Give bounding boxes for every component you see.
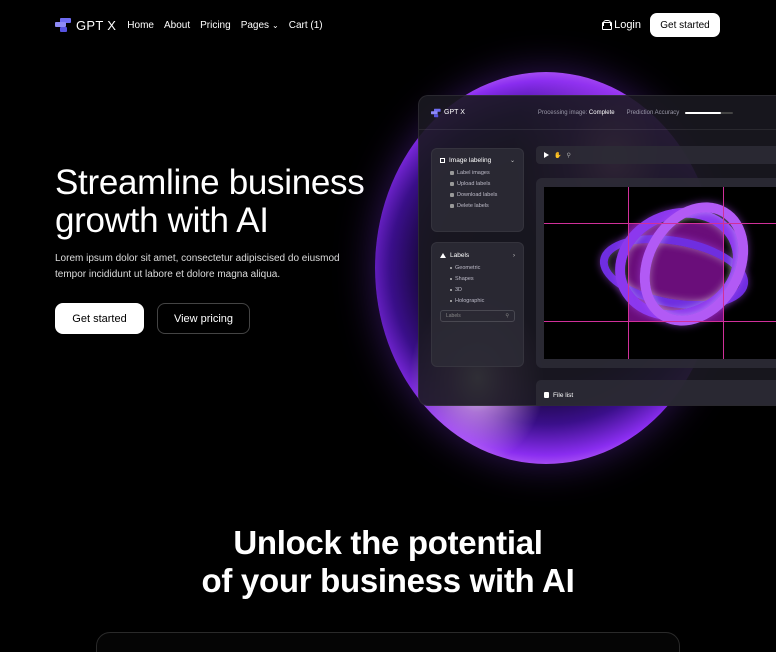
logo-icon — [55, 18, 71, 32]
bullet-icon — [450, 278, 452, 280]
hero-title-line-1: Streamline business — [55, 163, 365, 202]
hero-get-started-button[interactable]: Get started — [55, 303, 144, 334]
label-item-holographic[interactable]: Holographic — [450, 298, 515, 304]
menu-item-label: Delete labels — [457, 203, 489, 209]
nav-link-home[interactable]: Home — [127, 20, 154, 31]
mountain-icon — [440, 253, 446, 258]
accuracy-label: Prediction Accuracy — [626, 109, 680, 116]
hand-icon[interactable]: ✋ — [554, 152, 561, 159]
section-title-line-1: Unlock the potential — [233, 524, 543, 561]
chevron-down-icon: ⌄ — [509, 158, 515, 164]
menu-item-upload-labels[interactable]: Upload labels — [450, 181, 515, 187]
labels-card: Labels › Geometric Shapes 3D Holographic… — [431, 242, 524, 367]
guide-line — [544, 321, 776, 322]
hero-title: Streamline business growth with AI — [55, 163, 365, 240]
label-item-text: Geometric — [455, 265, 481, 271]
label-item-shapes[interactable]: Shapes — [450, 276, 515, 282]
image-canvas[interactable] — [544, 187, 776, 359]
labels-title: Labels — [450, 252, 470, 259]
section-title-line-2: of your business with AI — [201, 562, 575, 599]
nav-links: Home About Pricing Pages ⌄ Cart (1) — [127, 20, 322, 31]
label-item-3d[interactable]: 3D — [450, 287, 515, 293]
panel-header: GPT X Processing image: Complete Predict… — [419, 96, 776, 130]
panel-brand: GPT X — [444, 109, 465, 116]
file-icon — [544, 392, 549, 398]
hero-title-line-2: growth with AI — [55, 201, 269, 240]
file-list-label: File list — [553, 391, 574, 399]
tag-icon — [450, 171, 454, 175]
play-icon[interactable] — [544, 152, 549, 158]
image-labeling-card: Image labeling ⌄ Label images Upload lab… — [431, 148, 524, 232]
guide-line — [628, 187, 629, 359]
chevron-down-icon: ⌄ — [272, 20, 279, 30]
zoom-icon[interactable]: ⚲ — [566, 152, 570, 159]
label-item-text: Holographic — [455, 298, 485, 304]
brand-name: GPT X — [76, 17, 117, 33]
top-nav: GPT X Home About Pricing Pages ⌄ Cart (1)… — [55, 12, 720, 38]
chevron-right-icon: › — [513, 252, 515, 259]
nav-link-about[interactable]: About — [164, 20, 190, 31]
login-link[interactable]: Login — [602, 19, 641, 31]
nav-link-cart[interactable]: Cart (1) — [289, 20, 323, 31]
upload-icon — [450, 182, 454, 186]
brand-logo[interactable]: GPT X — [55, 18, 116, 33]
panel-logo: GPT X — [431, 106, 465, 120]
nav-link-pricing[interactable]: Pricing — [200, 20, 231, 31]
logo-icon — [431, 108, 441, 117]
bullet-icon — [450, 267, 452, 269]
feature-card — [96, 632, 680, 652]
menu-item-delete-labels[interactable]: Delete labels — [450, 203, 515, 209]
nav-link-pages[interactable]: Pages ⌄ — [241, 20, 279, 31]
canvas-toolbar: ✋ ⚲ ⛶ ↶ — [536, 146, 776, 164]
image-canvas-card — [536, 178, 776, 368]
bullet-icon — [450, 289, 452, 291]
menu-item-download-labels[interactable]: Download labels — [450, 192, 515, 198]
labels-search-input[interactable]: Labels ⚲ — [440, 310, 515, 322]
image-labeling-header[interactable]: Image labeling ⌄ — [440, 157, 515, 164]
search-icon: ⚲ — [505, 313, 509, 319]
labels-header[interactable]: Labels › — [440, 252, 515, 259]
login-label: Login — [614, 19, 641, 31]
accuracy-progress-fill — [685, 111, 722, 114]
dashboard-preview: GPT X Processing image: Complete Predict… — [418, 95, 776, 406]
image-labeling-title: Image labeling — [449, 157, 492, 164]
hero-buttons: Get started View pricing — [55, 303, 250, 334]
bullet-icon — [450, 300, 452, 302]
label-item-geometric[interactable]: Geometric — [450, 265, 515, 271]
menu-item-label: Upload labels — [457, 181, 491, 187]
nav-actions: Login Get started — [602, 13, 720, 37]
label-item-text: 3D — [455, 287, 463, 293]
selection-icon — [440, 158, 445, 163]
trash-icon — [450, 204, 454, 208]
prediction-accuracy: Prediction Accuracy — [627, 110, 734, 116]
nav-get-started-button[interactable]: Get started — [650, 13, 720, 37]
accuracy-progress-bar — [685, 111, 734, 114]
status-label: Processing image: — [537, 109, 588, 116]
lock-icon — [602, 20, 613, 30]
menu-item-label: Label images — [457, 170, 490, 176]
menu-item-label: Download labels — [457, 192, 498, 198]
labels-search-placeholder: Labels — [446, 313, 461, 319]
guide-line — [544, 223, 776, 224]
menu-item-label-images[interactable]: Label images — [450, 170, 515, 176]
hero-subtitle: Lorem ipsum dolor sit amet, consectetur … — [55, 253, 340, 280]
view-pricing-button[interactable]: View pricing — [157, 303, 250, 334]
label-item-text: Shapes — [455, 276, 474, 282]
processing-status: Processing image: Complete — [538, 110, 615, 116]
download-icon — [450, 193, 454, 197]
file-list-bar[interactable]: File list — [536, 380, 776, 405]
nav-link-pages-label: Pages — [240, 19, 270, 31]
guide-line — [723, 187, 724, 359]
status-value: Complete — [588, 109, 615, 116]
section-title: Unlock the potential of your business wi… — [0, 524, 776, 600]
